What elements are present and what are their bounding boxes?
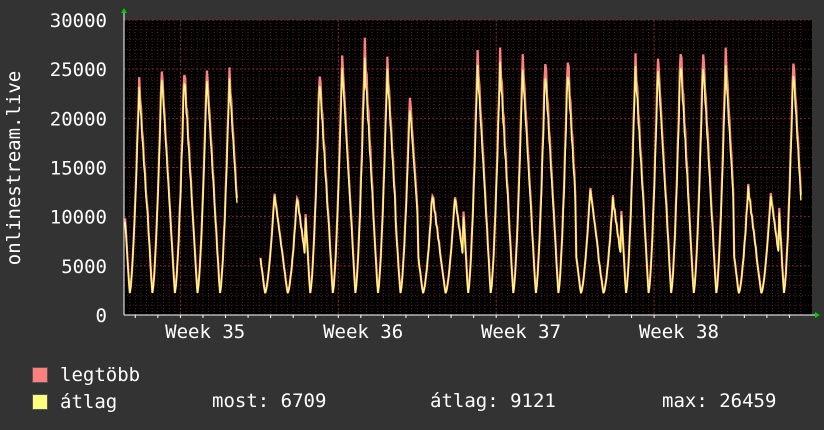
y-tick-label: 5000 (61, 256, 107, 278)
x-tick-label: Week 37 (481, 321, 561, 343)
legend-label-legtobb: legtöbb (60, 364, 141, 386)
x-tick-label: Week 38 (639, 321, 719, 343)
chart: 0 5000 10000 15000 20000 25000 30000 Week 35 Wee… (3, 8, 820, 343)
y-tick-label: 20000 (50, 108, 107, 130)
legend-item-atlag: átlag (32, 391, 117, 413)
y-tick-label: 15000 (50, 158, 107, 180)
stat-max: max: 26459 (662, 390, 777, 412)
y-tick-label: 25000 (50, 59, 107, 81)
y-axis-label: onlinestream.live (3, 71, 25, 265)
stat-most: most: 6709 (212, 390, 327, 412)
y-axis-arrow (121, 8, 127, 13)
y-tick-label: 10000 (50, 207, 107, 229)
legend-swatch-atlag (32, 394, 48, 410)
y-tick-label: 30000 (50, 10, 107, 32)
x-tick-label: Week 35 (165, 321, 245, 343)
x-axis-arrow (815, 312, 820, 318)
x-tick-label: Week 36 (323, 321, 403, 343)
y-tick-label: 0 (96, 305, 107, 327)
legend-item-legtobb: legtöbb (32, 364, 140, 386)
legend-label-atlag: átlag (60, 391, 118, 413)
legend-swatch-legtobb (32, 367, 48, 383)
stat-atlag: átlag: 9121 (430, 390, 556, 412)
